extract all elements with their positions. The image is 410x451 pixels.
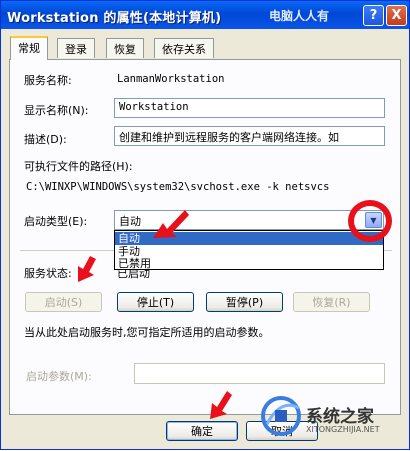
service-status-label: 服务状态: [24, 267, 72, 280]
tab-dependencies[interactable]: 依存关系 [154, 38, 214, 58]
exe-path-value: C:\WINXP\WINDOWS\system32\svchost.exe -k… [26, 181, 330, 193]
close-button[interactable]: X [386, 5, 407, 26]
description-label: 描述(D): [24, 133, 67, 146]
start-params-input[interactable] [134, 363, 385, 384]
display-name-field[interactable]: Workstation [114, 98, 385, 118]
logo-url: XITONGZHIJIA.NET [306, 425, 380, 434]
start-params-hint: 当从此处启动服务时,您可指定所适用的启动参数。 [24, 326, 270, 339]
tab-logon[interactable]: 登录 [57, 38, 95, 58]
watermark-text: 电脑人人有 [269, 9, 330, 23]
exe-path-label: 可执行文件的路径(H): [24, 160, 133, 173]
stop-button[interactable]: 停止(T) [117, 292, 194, 312]
start-params-label: 启动参数(M): [26, 370, 92, 383]
tab-general[interactable]: 常规 [10, 36, 48, 60]
logo-text: 系统之家 [306, 407, 374, 427]
display-name-label: 显示名称(N): [24, 104, 89, 117]
highlight-circle-icon [348, 200, 392, 242]
service-name-label: 服务名称: [24, 74, 72, 87]
red-arrow-icon [153, 210, 189, 238]
properties-window: Workstation 的属性(本地计算机) 电脑人人有 ? X 常规 登录 恢… [0, 0, 410, 450]
description-field[interactable]: 创建和维护到远程服务的客户端网络连接。如 [114, 126, 385, 146]
site-logo: 系统之家 XITONGZHIJIA.NET [251, 384, 410, 451]
ok-button[interactable]: 确定 [166, 421, 238, 441]
window-title: Workstation 的属性(本地计算机) [7, 11, 222, 26]
service-name-value: LanmanWorkstation [117, 73, 225, 85]
dropdown-option-disabled[interactable]: 已禁用 [115, 257, 383, 270]
start-button[interactable]: 启动(S) [25, 292, 102, 312]
logo-icon [261, 396, 301, 436]
red-arrow-icon [210, 391, 232, 419]
resume-button[interactable]: 恢复(R) [293, 292, 370, 312]
help-button[interactable]: ? [363, 5, 384, 26]
close-icon: X [391, 8, 402, 23]
startup-type-selected: 自动 [119, 215, 141, 228]
red-arrow-icon [78, 256, 96, 282]
pause-button[interactable]: 暂停(P) [206, 292, 283, 312]
help-icon: ? [369, 8, 378, 23]
startup-type-label: 启动类型(E): [24, 215, 88, 228]
tab-recovery[interactable]: 恢复 [106, 38, 144, 58]
title-bar[interactable]: Workstation 的属性(本地计算机) 电脑人人有 ? X [1, 1, 409, 29]
